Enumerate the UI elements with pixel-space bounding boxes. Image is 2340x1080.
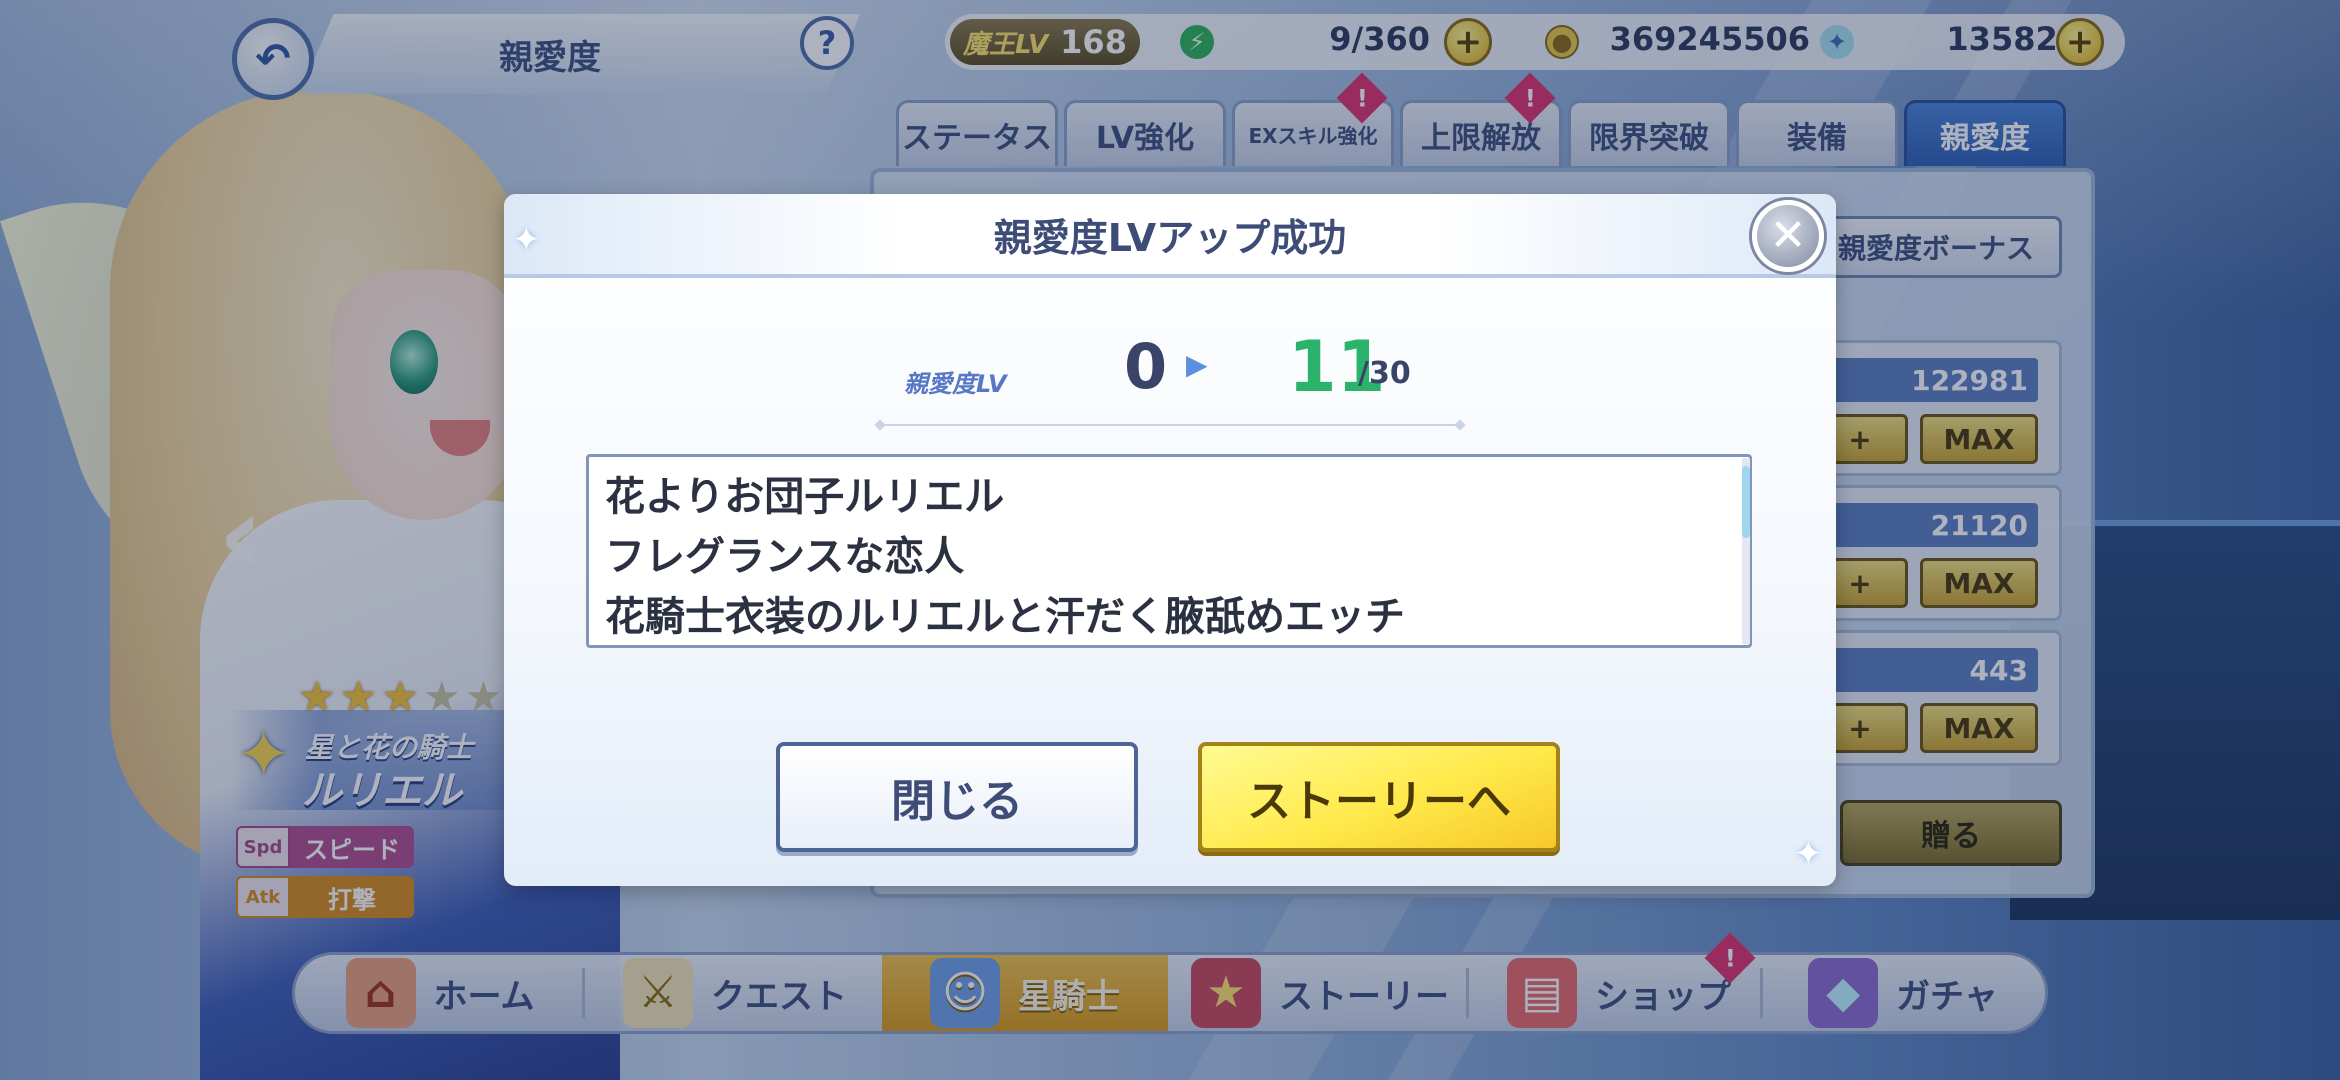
story-item: フレグランスな恋人 [605,534,965,580]
affection-level-max: /30 [1358,356,1411,391]
sparkle-icon: ✦ [1794,834,1823,874]
story-item: 花騎士衣装のルリエルと汗だく腋舐めエッチ [605,594,1405,640]
affection-level-before: 0 [1124,330,1168,403]
arrow-right-icon: ▶ [1186,348,1208,381]
dialog-header: 親愛度LVアップ成功 [504,194,1836,278]
sparkle-icon: ✦ [512,220,541,260]
go-to-story-button[interactable]: ストーリーへ [1198,742,1560,852]
close-button[interactable]: 閉じる [776,742,1138,852]
story-list-scroll-thumb[interactable] [1742,466,1750,538]
dialog-close-button[interactable]: ✕ [1752,200,1824,272]
affection-level-caption: 親愛度LV [904,370,1007,398]
dialog-title: 親愛度LVアップ成功 [993,215,1347,260]
unlocked-story-list[interactable]: 花よりお団子ルリエル フレグランスな恋人 花騎士衣装のルリエルと汗だく腋舐めエッ… [586,454,1752,648]
story-item: 花よりお団子ルリエル [605,474,1005,520]
divider [880,424,1460,426]
